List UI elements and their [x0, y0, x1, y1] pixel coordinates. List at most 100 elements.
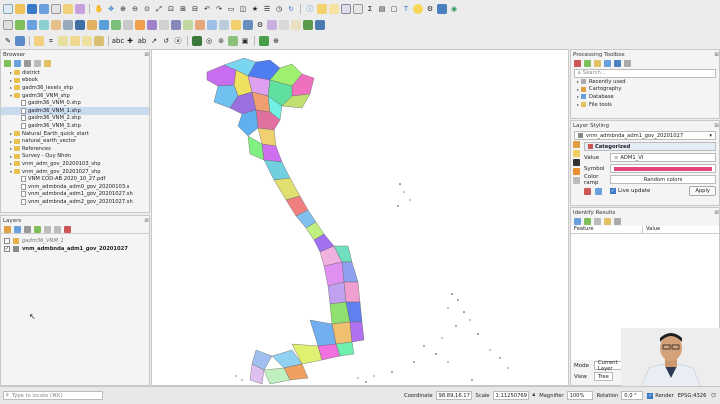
- expand-all-icon[interactable]: [44, 225, 51, 233]
- coordinate-field[interactable]: 98.89,16.17: [435, 391, 472, 400]
- collapse-all-icon[interactable]: [54, 225, 61, 233]
- browser-item[interactable]: ▸ Natural_Earth_quick_start: [1, 130, 149, 138]
- globe-icon[interactable]: ◉: [449, 4, 459, 14]
- 3d-tab-icon[interactable]: [573, 168, 580, 175]
- value-field[interactable]: ≡ ADM1_VI: [610, 153, 716, 162]
- zoom-out-icon[interactable]: ⊖: [130, 4, 140, 14]
- field-calculator-icon[interactable]: [353, 4, 363, 14]
- lock-icon[interactable]: 🔒︎: [533, 392, 536, 399]
- crs-button[interactable]: EPSG:4326: [678, 393, 707, 399]
- style-manager-icon[interactable]: [75, 4, 85, 14]
- province[interactable]: [343, 281, 361, 303]
- symbol-button[interactable]: [610, 164, 716, 173]
- close-icon[interactable]: ⊠: [144, 218, 149, 224]
- layer-item[interactable]: gadm36_VNM_1: [1, 237, 149, 245]
- value-column-header[interactable]: Value: [643, 226, 660, 233]
- scale-field[interactable]: 1:11250769: [492, 391, 529, 400]
- vertex-tool-icon[interactable]: ⌗: [46, 36, 56, 46]
- symbology-tab-icon[interactable]: [573, 141, 580, 148]
- checkbox-unchecked-icon[interactable]: [4, 238, 10, 244]
- expand-icon[interactable]: [574, 218, 581, 225]
- print-icon[interactable]: [614, 218, 621, 225]
- browser-item[interactable]: gadm36_VNM_1.shp: [1, 106, 149, 115]
- python-icon[interactable]: [614, 60, 621, 67]
- province[interactable]: [327, 281, 347, 305]
- redo-icon[interactable]: [595, 187, 602, 195]
- close-icon[interactable]: ⊠: [714, 210, 719, 216]
- browser-item[interactable]: ▾ vnm_adm_gov_20201027_shp: [1, 168, 149, 176]
- close-icon[interactable]: ⊠: [144, 52, 149, 58]
- masks-tab-icon[interactable]: [573, 159, 580, 166]
- add-group-icon[interactable]: [14, 225, 21, 233]
- python-console-icon[interactable]: [437, 4, 447, 14]
- copy-features-icon[interactable]: [82, 36, 92, 46]
- pin-labels-icon[interactable]: ✚: [125, 36, 135, 46]
- statistics-icon[interactable]: Σ: [365, 4, 375, 14]
- collapse-all-icon[interactable]: [34, 60, 41, 67]
- models-icon[interactable]: [574, 60, 581, 67]
- options-icon[interactable]: [624, 60, 631, 67]
- processing-item[interactable]: ▸ Recently used: [571, 78, 719, 86]
- zoom-to-selection-icon[interactable]: ⊡: [166, 4, 176, 14]
- pan-icon[interactable]: ✋: [94, 4, 104, 14]
- processing-toolbox-icon[interactable]: ⚙: [255, 20, 265, 30]
- browser-item[interactable]: ▸ district: [1, 69, 149, 77]
- magnifier-field[interactable]: 100%: [566, 391, 593, 400]
- new-print-layout-icon[interactable]: [51, 4, 61, 14]
- annotation-icon[interactable]: ▢: [389, 4, 399, 14]
- layout-manager-icon[interactable]: [63, 4, 73, 14]
- open-project-icon[interactable]: [15, 4, 25, 14]
- label-tool-icon[interactable]: abc: [112, 36, 125, 46]
- add-delimited-text-icon[interactable]: [51, 20, 61, 30]
- province[interactable]: [341, 261, 359, 283]
- new-memory-layer-icon[interactable]: [183, 20, 193, 30]
- advanced-digitizing-icon[interactable]: [192, 36, 202, 46]
- browser-item[interactable]: VNM COD-AB 2020_10_27.pdf: [1, 175, 149, 183]
- labels-tab-icon[interactable]: [573, 150, 580, 157]
- toggle-editing-icon[interactable]: ✎: [3, 36, 13, 46]
- browser-item[interactable]: ▸ gadm36_levels_shp: [1, 84, 149, 92]
- new-3d-view-icon[interactable]: ◫: [238, 4, 248, 14]
- new-map-view-icon[interactable]: ▭: [226, 4, 236, 14]
- live-update-checkbox[interactable]: ✓ Live update: [610, 188, 650, 194]
- zoom-full-icon[interactable]: ⤢: [154, 4, 164, 14]
- copy-icon[interactable]: [604, 218, 611, 225]
- zoom-rubberband-icon[interactable]: ⊙: [142, 4, 152, 14]
- move-label-icon[interactable]: ↗: [149, 36, 159, 46]
- model-designer-icon[interactable]: [267, 20, 277, 30]
- province[interactable]: [323, 261, 345, 287]
- zoom-to-layer-icon[interactable]: ⊞: [178, 4, 188, 14]
- map-tips-icon[interactable]: [413, 4, 423, 14]
- grass-icon[interactable]: [303, 20, 313, 30]
- change-label-icon[interactable]: ⓐ: [173, 36, 183, 46]
- messages-icon[interactable]: 💬︎: [710, 393, 717, 399]
- filter-legend-icon[interactable]: [34, 225, 41, 233]
- rotate-label-icon[interactable]: ↺: [161, 36, 171, 46]
- db-manager-icon[interactable]: [243, 20, 253, 30]
- close-icon[interactable]: ⊠: [714, 52, 719, 58]
- browser-item[interactable]: ▸ Survey - Quy Nhơn: [1, 153, 149, 161]
- browser-item[interactable]: ▸ ebook: [1, 77, 149, 85]
- delete-selected-icon[interactable]: [58, 36, 68, 46]
- renderer-select[interactable]: Categorized: [584, 142, 716, 151]
- properties-icon[interactable]: [44, 60, 51, 67]
- browser-item[interactable]: gadm36_VNM_2.shp: [1, 115, 149, 123]
- zoom-in-icon[interactable]: ⊕: [118, 4, 128, 14]
- layer-item[interactable]: ✓ vnm_admbnda_adm1_gov_20201027: [1, 245, 149, 253]
- browser-item[interactable]: vnm_admbnda_adm0_gov_20200103.s: [1, 183, 149, 191]
- gps-icon[interactable]: [207, 20, 217, 30]
- save-project-icon[interactable]: [27, 4, 37, 14]
- select-features-icon[interactable]: [317, 4, 327, 14]
- plugin-globe-icon[interactable]: ⊕: [271, 36, 281, 46]
- add-mesh-layer-icon[interactable]: [39, 20, 49, 30]
- new-bookmark-icon[interactable]: ★: [250, 4, 260, 14]
- topology-icon[interactable]: [228, 36, 238, 46]
- manage-map-themes-icon[interactable]: [24, 225, 31, 233]
- view-select[interactable]: Tree: [594, 372, 613, 381]
- style-icon[interactable]: [4, 225, 11, 233]
- locator-input[interactable]: ⌕ Type to locate (⌘K): [3, 391, 103, 400]
- new-temp-layer-icon[interactable]: [159, 20, 169, 30]
- pan-to-selection-icon[interactable]: ✥: [106, 4, 116, 14]
- coordinate-capture-icon[interactable]: [219, 20, 229, 30]
- add-selected-icon[interactable]: [4, 60, 11, 67]
